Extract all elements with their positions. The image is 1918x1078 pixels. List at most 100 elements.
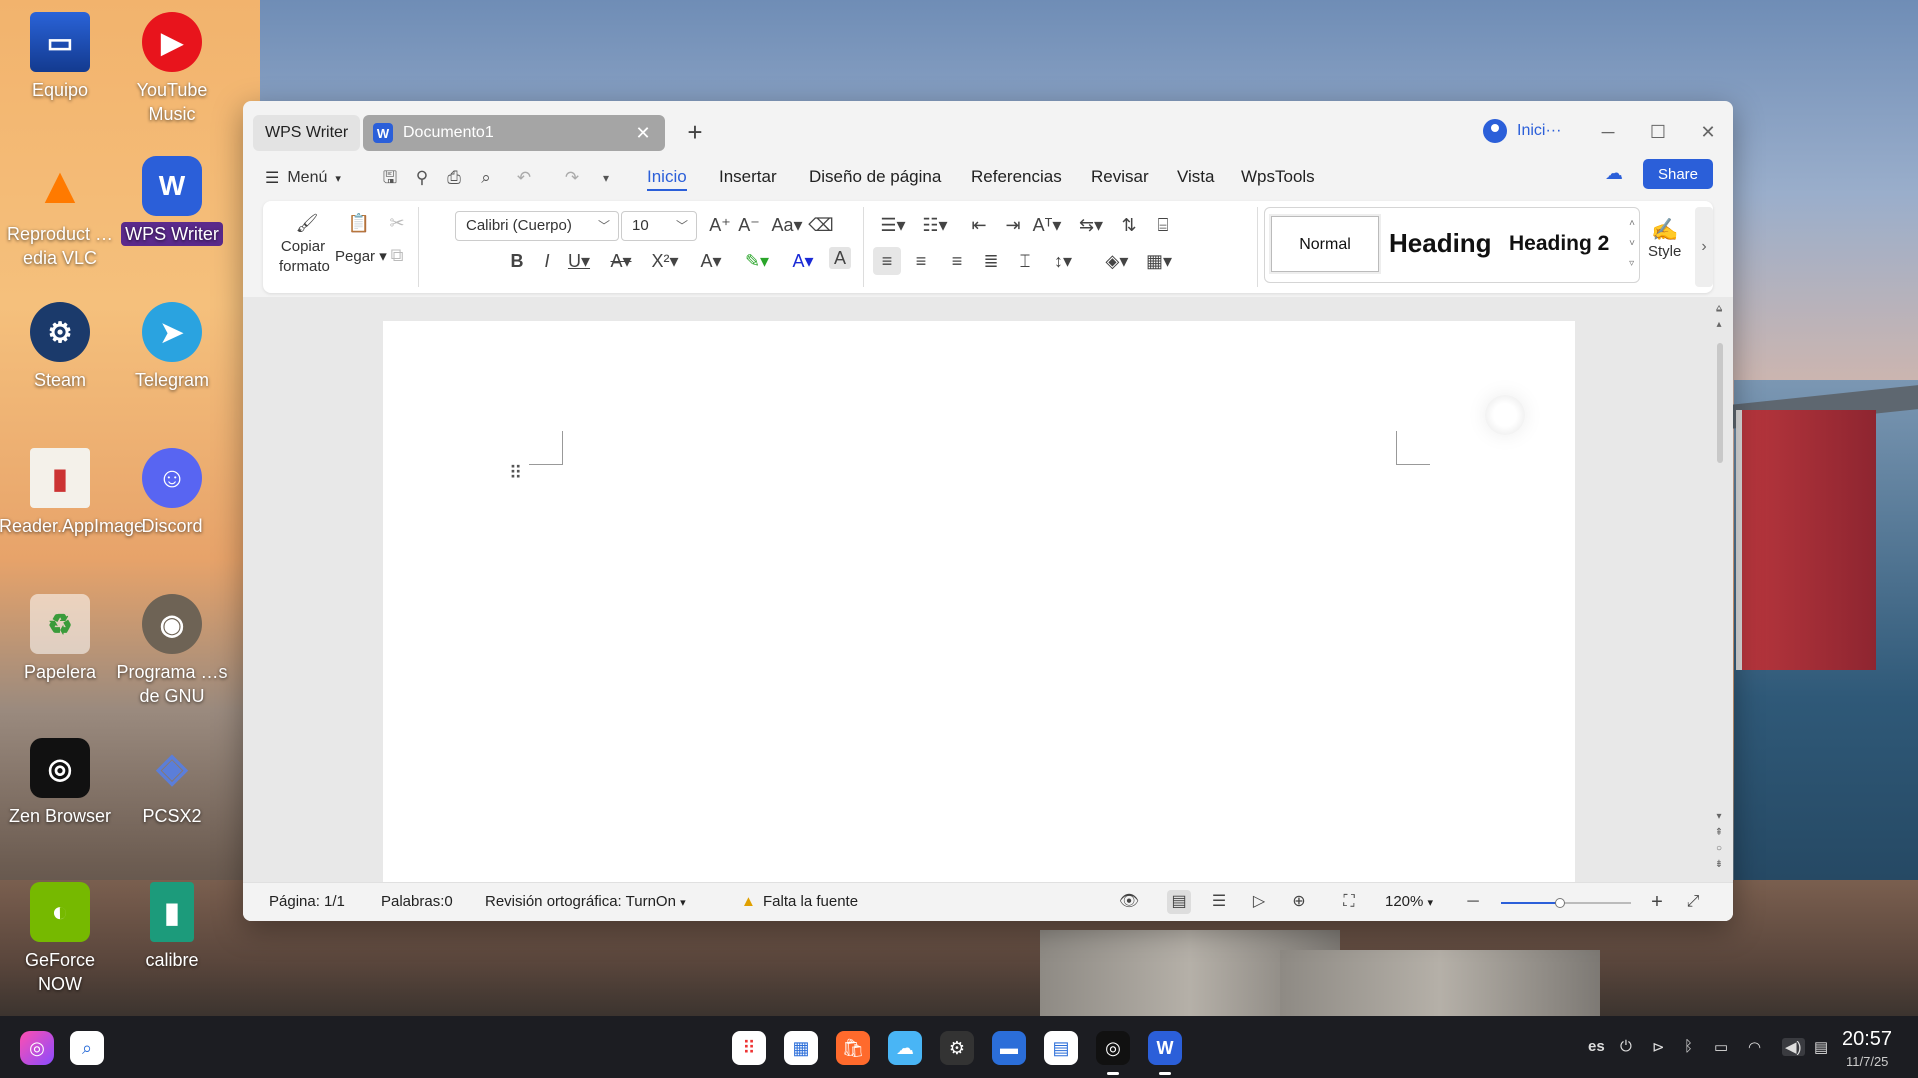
desktop-icon-wps-writer[interactable]: W WPS Writer — [116, 156, 228, 246]
undo-icon[interactable]: ↶ — [511, 165, 537, 191]
document-page[interactable]: ⠿ — [383, 321, 1575, 882]
paragraph-drag-handle-icon[interactable]: ⠿ — [509, 463, 523, 484]
vertical-scrollbar[interactable]: ⩠ ▴ ▾ ⇞ ○ ⇟ — [1711, 303, 1727, 878]
tab-inicio[interactable]: Inicio — [647, 167, 687, 191]
fit-page-icon[interactable]: ⛶ — [1337, 890, 1361, 914]
zoom-slider-knob[interactable] — [1554, 898, 1565, 908]
desktop-icon-calibre[interactable]: ▮ calibre — [116, 882, 228, 972]
desktop-icon-discord[interactable]: ☺ Discord — [116, 448, 228, 538]
cloud-upload-icon[interactable]: ☁ — [1605, 163, 1623, 184]
desktop-icon-papelera[interactable]: ♻ Papelera — [4, 594, 116, 684]
quick-access-more-icon[interactable]: ▾ — [593, 165, 619, 191]
battery-icon[interactable]: ▭ — [1714, 1038, 1728, 1056]
next-page-icon[interactable]: ⇟ — [1711, 859, 1727, 870]
word-count[interactable]: Palabras:0 — [381, 893, 453, 910]
distributed-icon[interactable]: ⌶ — [1011, 247, 1039, 275]
zen-browser-icon[interactable]: ◎ — [1096, 1031, 1130, 1065]
app-grid-icon[interactable]: ⠿ — [732, 1031, 766, 1065]
search-icon[interactable]: ⌕ — [70, 1031, 104, 1065]
minimize-button[interactable]: ─ — [1595, 119, 1621, 145]
web-view-icon[interactable]: ⊕ — [1287, 890, 1311, 914]
strikethrough-icon[interactable]: A▾ — [603, 247, 639, 275]
font-size-select[interactable]: 10 ﹀ — [621, 211, 697, 241]
font-name-select[interactable]: Calibri (Cuerpo) ﹀ — [455, 211, 619, 241]
wifi-icon[interactable]: ◠ — [1748, 1038, 1761, 1056]
align-center-icon[interactable]: ≡ — [907, 247, 935, 275]
tab-documento1[interactable]: W Documento1 ✕ — [363, 115, 665, 151]
control-center-icon[interactable]: ▤ — [1044, 1031, 1078, 1065]
shading-icon[interactable]: ◈▾ — [1099, 247, 1135, 275]
bold-icon[interactable]: B — [503, 247, 531, 275]
launcher-icon[interactable]: ◎ — [20, 1031, 54, 1065]
grow-font-icon[interactable]: A⁺ — [706, 211, 734, 239]
line-spacing-icon[interactable]: ↕▾ — [1045, 247, 1081, 275]
zoom-in-icon[interactable]: + — [1645, 890, 1669, 914]
outline-view-icon[interactable]: ☰ — [1207, 890, 1231, 914]
bluetooth-icon[interactable]: ᛒ — [1684, 1038, 1693, 1055]
clock-time[interactable]: 20:57 — [1842, 1028, 1892, 1051]
style-heading-2[interactable]: Heading 2 — [1509, 232, 1609, 256]
italic-icon[interactable]: I — [533, 247, 561, 275]
ribbon-scroll-right-icon[interactable]: › — [1695, 207, 1713, 287]
tab-revisar[interactable]: Revisar — [1091, 167, 1149, 187]
ai-assistant-bell-icon[interactable] — [1485, 395, 1525, 435]
format-painter-icon[interactable]: ⚲ — [409, 165, 435, 191]
align-right-icon[interactable]: ≡ — [943, 247, 971, 275]
decrease-indent-icon[interactable]: ⇤ — [965, 211, 993, 239]
desktop-icon-zen-browser[interactable]: ◎ Zen Browser — [4, 738, 116, 828]
bullet-list-icon[interactable]: ☰▾ — [875, 211, 911, 239]
notification-center-icon[interactable]: ▤ — [1814, 1038, 1828, 1056]
cut-icon[interactable]: ✂ — [383, 209, 411, 237]
highlight-icon[interactable]: ✎▾ — [739, 247, 775, 275]
desktop-icon-steam[interactable]: ⚙ Steam — [4, 302, 116, 392]
borders-icon[interactable]: ▦▾ — [1141, 247, 1177, 275]
print-icon[interactable]: ⎙ — [441, 165, 467, 191]
account-button[interactable]: Inici··· — [1483, 119, 1561, 143]
increase-indent-icon[interactable]: ⇥ — [999, 211, 1027, 239]
show-marks-icon[interactable]: ⌸ — [1149, 211, 1177, 239]
styles-scroll-icon[interactable]: ˄ ˅ ▿ — [1629, 214, 1635, 274]
share-button[interactable]: Share — [1643, 159, 1713, 189]
desktop-icon-pcsx2[interactable]: ◈ PCSX2 — [116, 738, 228, 828]
redo-icon[interactable]: ↷ — [559, 165, 585, 191]
spell-check-status[interactable]: Revisión ortográfica: TurnOn ▾ — [485, 893, 686, 910]
justify-icon[interactable]: ≣ — [977, 247, 1005, 275]
save-icon[interactable]: 🖫 — [377, 165, 403, 191]
close-tab-icon[interactable]: ✕ — [633, 123, 653, 143]
style-button[interactable]: ✍ Style — [1648, 217, 1681, 260]
tab-wps-writer[interactable]: WPS Writer — [253, 115, 361, 151]
settings-gear-icon[interactable]: ⚙ — [940, 1031, 974, 1065]
superscript-icon[interactable]: X²▾ — [647, 247, 683, 275]
eye-protection-icon[interactable]: 👁 — [1117, 890, 1141, 914]
shrink-font-icon[interactable]: A⁻ — [735, 211, 763, 239]
page-indicator[interactable]: Página: 1/1 — [269, 893, 345, 910]
desktop-icon-equipo[interactable]: ▭ Equipo — [4, 12, 116, 102]
previous-page-icon[interactable]: ⇞ — [1711, 827, 1727, 838]
clock-date[interactable]: 11/7/25 — [1846, 1054, 1888, 1069]
close-window-button[interactable]: ✕ — [1695, 119, 1721, 145]
desktop-icon-vlc[interactable]: ▲ Reproduct …edia VLC — [4, 156, 116, 270]
font-color-icon[interactable]: A▾ — [785, 247, 821, 275]
style-heading[interactable]: Heading — [1389, 228, 1492, 259]
read-mode-icon[interactable]: ▷ — [1247, 890, 1271, 914]
file-manager-icon[interactable]: ▬ — [992, 1031, 1026, 1065]
zoom-select[interactable]: 120% ▾ — [1385, 893, 1433, 910]
tab-wpstools[interactable]: WpsTools — [1241, 167, 1315, 187]
multitask-view-icon[interactable]: ▦ — [784, 1031, 818, 1065]
text-flow-icon[interactable]: ⇆▾ — [1073, 211, 1109, 239]
desktop-icon-geforce-now[interactable]: ◐ GeForce NOW — [4, 882, 116, 996]
paste-button[interactable]: Pegar ▾ — [335, 247, 387, 265]
new-tab-button[interactable]: + — [679, 117, 711, 149]
copy-format-button[interactable]: Copiar formato — [279, 237, 330, 277]
main-menu-button[interactable]: ☰ Menú ▾ — [265, 165, 341, 191]
page-view-icon[interactable]: ▤ — [1167, 890, 1191, 914]
text-effect-icon[interactable]: A▾ — [693, 247, 729, 275]
weather-icon[interactable]: ☁ — [888, 1031, 922, 1065]
tab-insertar[interactable]: Insertar — [719, 167, 777, 187]
text-direction-icon[interactable]: Aᵀ▾ — [1029, 211, 1065, 239]
scroll-down-icon[interactable]: ▾ — [1711, 811, 1727, 822]
select-browse-object-icon[interactable]: ○ — [1711, 843, 1727, 854]
sort-icon[interactable]: ⇅ — [1115, 211, 1143, 239]
tab-referencias[interactable]: Referencias — [971, 167, 1062, 187]
desktop-icon-gimp[interactable]: ◉ Programa …s de GNU — [116, 594, 228, 708]
